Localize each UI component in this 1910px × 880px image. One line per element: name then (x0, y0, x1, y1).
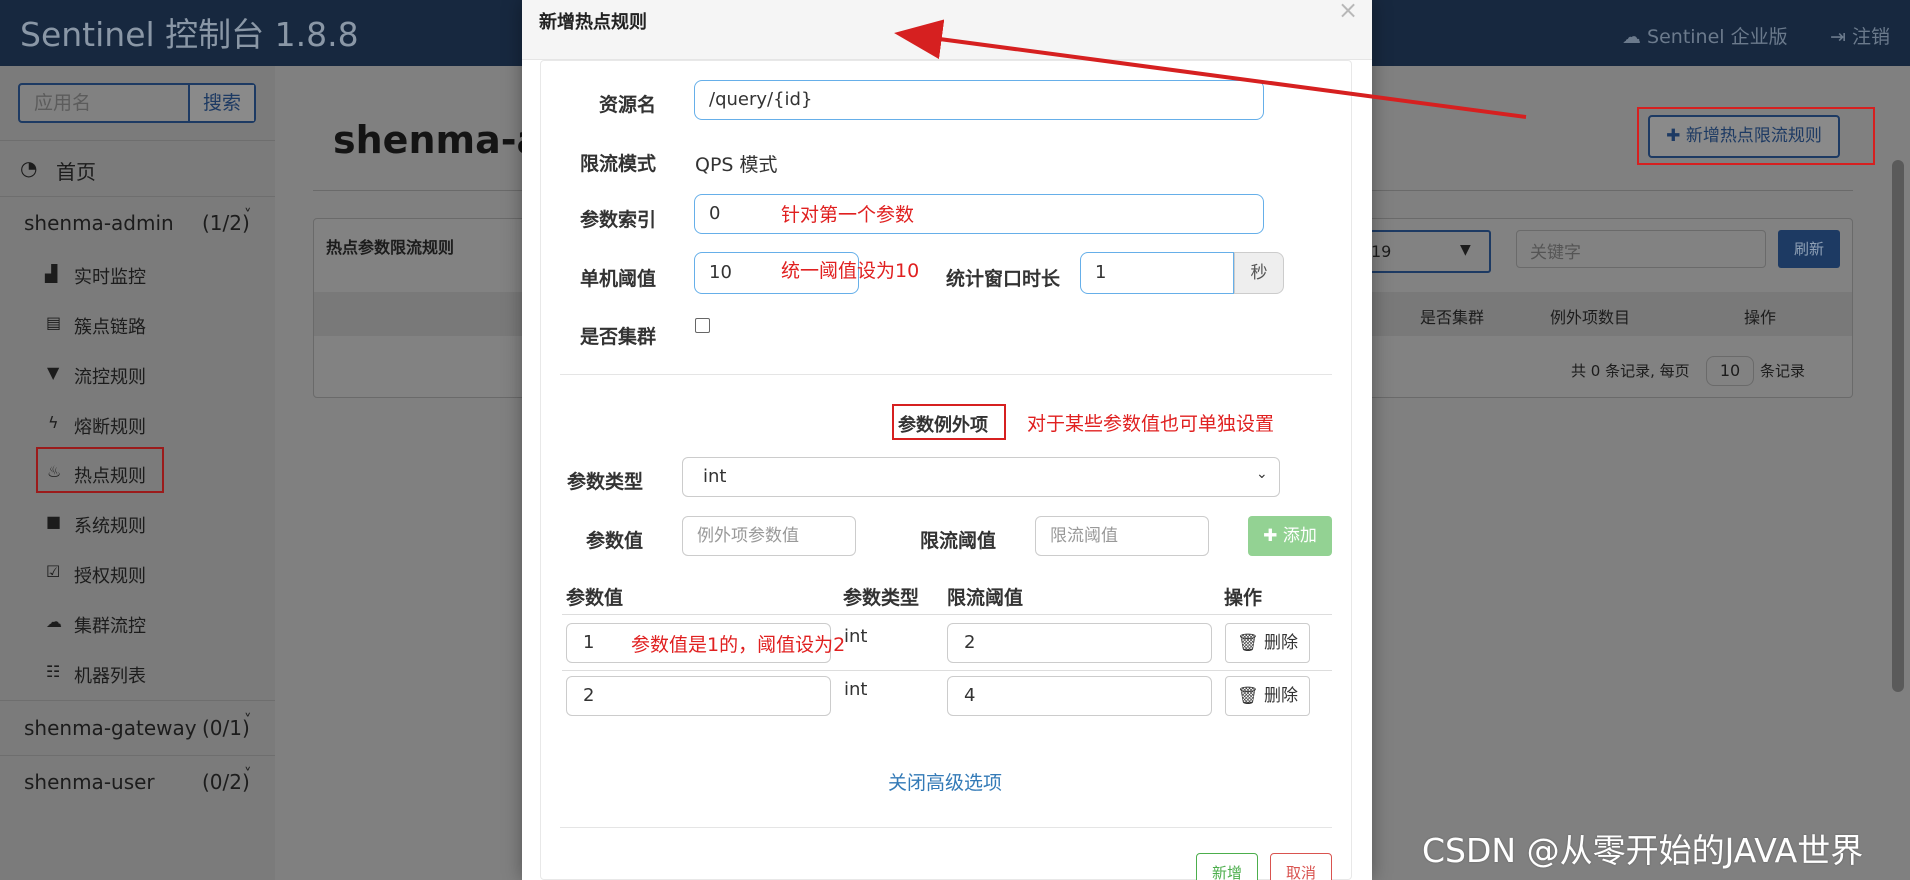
arrow-line (894, 19, 1527, 119)
annotation-arrow (894, 19, 1527, 119)
watermark: CSDN @从零开始的JAVA世界 (1422, 831, 1864, 870)
